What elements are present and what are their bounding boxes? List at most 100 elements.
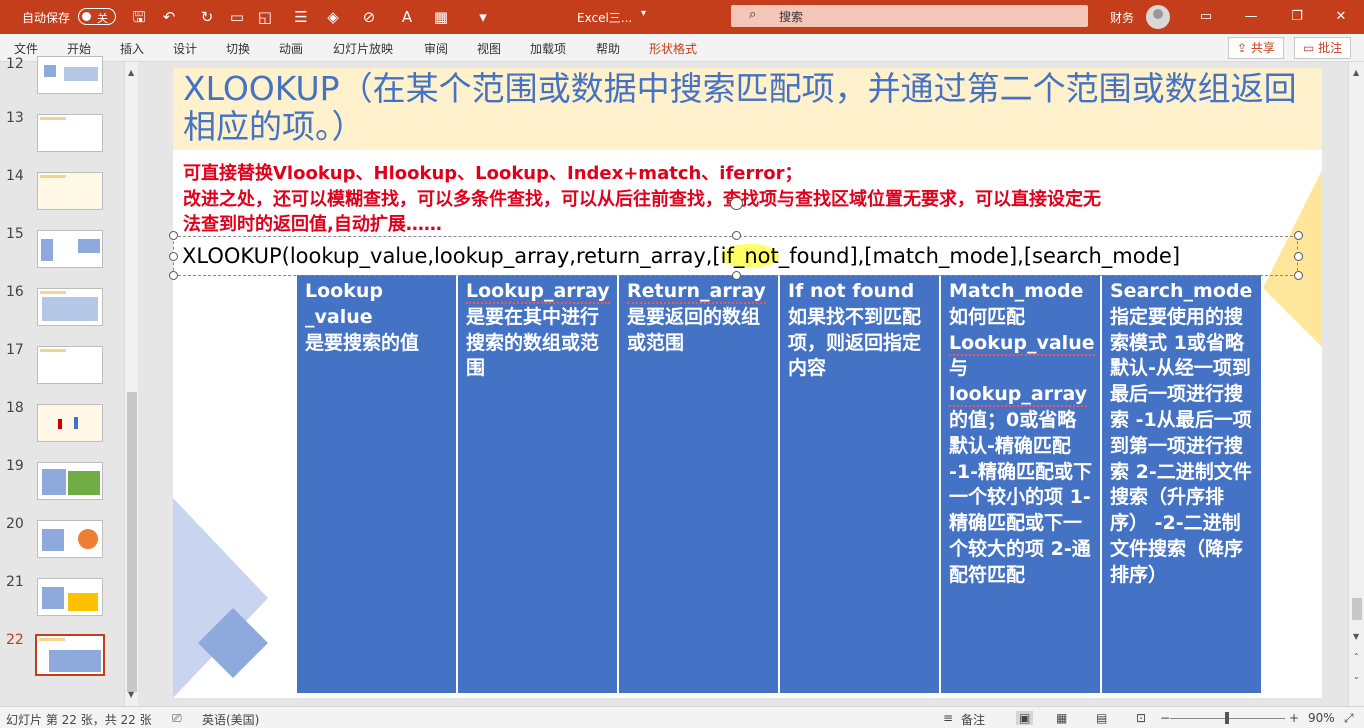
minimize-icon[interactable]: — <box>1240 6 1262 28</box>
customize-qat-icon[interactable]: ▾ <box>472 6 494 28</box>
tab-design[interactable]: 设计 <box>173 40 197 57</box>
thumb-number: 14 <box>6 168 24 184</box>
slide-thumbnail-12[interactable] <box>37 56 103 94</box>
resize-handle[interactable] <box>169 252 178 261</box>
tab-slideshow[interactable]: 幻灯片放映 <box>333 40 393 57</box>
thumbnail-pane: 12 13 14 15 16 17 18 19 20 21 22 <box>0 56 140 706</box>
column-if-not-found[interactable]: If not found如果找不到匹配项，则返回指定内容 <box>780 275 939 693</box>
redo-icon[interactable]: ↻ <box>196 6 218 28</box>
chevron-down-icon[interactable]: ▾ <box>641 8 646 19</box>
resize-handle[interactable] <box>732 231 741 240</box>
table-icon[interactable]: ▦ <box>430 6 452 28</box>
tab-home[interactable]: 开始 <box>67 40 91 57</box>
slide-canvas: XLOOKUP（在某个范围或数据中搜索匹配项，并通过第二个范围或数组返回相应的项… <box>173 68 1322 698</box>
user-name[interactable]: 财务 <box>1110 9 1134 26</box>
zoom-in-icon[interactable]: + <box>1289 711 1299 725</box>
resize-handle[interactable] <box>732 271 741 280</box>
tab-help[interactable]: 帮助 <box>596 40 620 57</box>
fit-slide-icon[interactable]: ⤢ <box>1344 711 1354 726</box>
slide-title[interactable]: XLOOKUP（在某个范围或数据中搜索匹配项，并通过第二个范围或数组返回相应的项… <box>183 70 1313 146</box>
autosave-toggle[interactable]: 关 <box>78 8 116 25</box>
reading-view-icon[interactable]: ▤ <box>1096 711 1107 725</box>
selection-box <box>173 236 1298 276</box>
tab-addins[interactable]: 加载项 <box>530 40 566 57</box>
no-entry-icon[interactable]: ⊘ <box>358 6 380 28</box>
tab-insert[interactable]: 插入 <box>120 40 144 57</box>
resize-handle[interactable] <box>1294 271 1303 280</box>
slideshow-view-icon[interactable]: ⊡ <box>1136 711 1146 725</box>
share-button[interactable]: ⇪ 共享 <box>1228 37 1284 59</box>
resize-handle[interactable] <box>1294 252 1303 261</box>
fill-color-icon[interactable]: ◈ <box>322 6 344 28</box>
resize-handle[interactable] <box>1294 231 1303 240</box>
restore-icon[interactable]: ❐ <box>1286 6 1308 28</box>
slide-thumbnail-18[interactable] <box>37 404 103 442</box>
normal-view-icon[interactable]: ▣ <box>1016 711 1034 725</box>
thumb-number: 18 <box>6 400 24 416</box>
accessibility-icon[interactable]: ⎚ <box>172 711 182 726</box>
thumb-number: 17 <box>6 342 24 358</box>
slide-info: 幻灯片 第 22 张，共 22 张 <box>6 713 152 727</box>
tab-review[interactable]: 审阅 <box>424 40 448 57</box>
column-return-array[interactable]: Return_array 是要返回的数组或范围 <box>619 275 778 693</box>
resize-handle[interactable] <box>169 231 178 240</box>
decoration-diamonds <box>173 498 268 698</box>
red-line-2[interactable]: 改进之处，还可以模糊查找，可以多条件查找，可以从后往前查找，查找项与查找区域位置… <box>183 187 1303 213</box>
document-title: Excel三... <box>577 11 633 25</box>
font-color-icon[interactable]: A <box>396 6 418 28</box>
slide-thumbnail-20[interactable] <box>37 520 103 558</box>
red-line-1[interactable]: 可直接替换Vlookup、Hlookup、Lookup、Index+match、… <box>183 161 1303 187</box>
column-match-mode[interactable]: Match_mode 如何匹配 Lookup_value 与 lookup_array 的… <box>941 275 1100 693</box>
tab-animations[interactable]: 动画 <box>279 40 303 57</box>
status-bar: 幻灯片 第 22 张，共 22 张 ⎚ 英语(美国) ≡ 备注 ▣ ▦ ▤ ⊡ … <box>0 706 1364 728</box>
rotate-handle-icon[interactable] <box>730 197 743 210</box>
shapes-icon[interactable]: ◱ <box>254 6 276 28</box>
list-icon[interactable]: ☰ <box>290 6 312 28</box>
parameter-table: Lookup _value 是要搜索的值 Lookup_array 是要在其中进行搜… <box>297 275 1261 693</box>
thumb-number: 13 <box>6 110 24 126</box>
thumbnail-scrollbar[interactable]: ▲ ▼ <box>124 62 138 706</box>
zoom-slider-knob[interactable] <box>1225 712 1229 724</box>
thumb-number: 12 <box>6 56 24 72</box>
slideshow-icon[interactable]: ▭ <box>226 6 248 28</box>
comment-button[interactable]: ▭ 批注 <box>1294 37 1352 59</box>
notes-button[interactable]: 备注 <box>961 711 985 728</box>
column-lookup-array[interactable]: Lookup_array 是要在其中进行搜索的数组或范围 <box>458 275 617 693</box>
slide-thumbnail-22[interactable] <box>35 634 105 676</box>
zoom-out-icon[interactable]: − <box>1160 711 1170 725</box>
undo-icon[interactable]: ↶ <box>158 6 180 28</box>
thumb-number: 20 <box>6 516 24 532</box>
slide-thumbnail-16[interactable] <box>37 288 103 326</box>
language[interactable]: 英语(美国) <box>202 711 259 728</box>
slide-thumbnail-14[interactable] <box>37 172 103 210</box>
thumb-number: 21 <box>6 574 24 590</box>
autosave-label: 自动保存 <box>22 11 71 25</box>
tab-view[interactable]: 视图 <box>477 40 501 57</box>
zoom-level[interactable]: 90% <box>1308 711 1335 725</box>
thumb-number: 15 <box>6 226 24 242</box>
save-icon[interactable]: 🖫 <box>128 6 150 28</box>
tab-transitions[interactable]: 切换 <box>226 40 250 57</box>
slide-thumbnail-15[interactable] <box>37 230 103 268</box>
close-icon[interactable]: ✕ <box>1330 6 1352 28</box>
thumb-number: 22 <box>6 632 24 648</box>
ribbon-display-icon[interactable]: ▭ <box>1195 6 1217 28</box>
thumb-number: 19 <box>6 458 24 474</box>
slide-thumbnail-13[interactable] <box>37 114 103 152</box>
slide-thumbnail-21[interactable] <box>37 578 103 616</box>
slide-scrollbar[interactable]: ▲ ▼ ⌃ ⌄ <box>1348 62 1364 706</box>
resize-handle[interactable] <box>169 271 178 280</box>
slide-thumbnail-17[interactable] <box>37 346 103 384</box>
avatar[interactable] <box>1146 5 1170 29</box>
slide-sorter-icon[interactable]: ▦ <box>1056 711 1067 725</box>
column-lookup-value[interactable]: Lookup _value 是要搜索的值 <box>297 275 456 693</box>
search-input[interactable]: ⌕ 搜索 <box>731 5 1088 27</box>
tab-file[interactable]: 文件 <box>14 40 38 57</box>
ribbon-tabs: 文件 开始 插入 设计 切换 动画 幻灯片放映 审阅 视图 加载项 帮助 形状格… <box>0 34 1364 62</box>
slide-thumbnail-19[interactable] <box>37 462 103 500</box>
notes-icon[interactable]: ≡ <box>943 711 953 725</box>
tab-shape-format[interactable]: 形状格式 <box>649 40 697 57</box>
column-search-mode[interactable]: Search_mode 指定要使用的搜索模式 1或省略默认-从经一项到最后一项进行… <box>1102 275 1261 693</box>
thumb-number: 16 <box>6 284 24 300</box>
red-line-3[interactable]: 法查到时的返回值,自动扩展…… <box>183 212 1303 238</box>
